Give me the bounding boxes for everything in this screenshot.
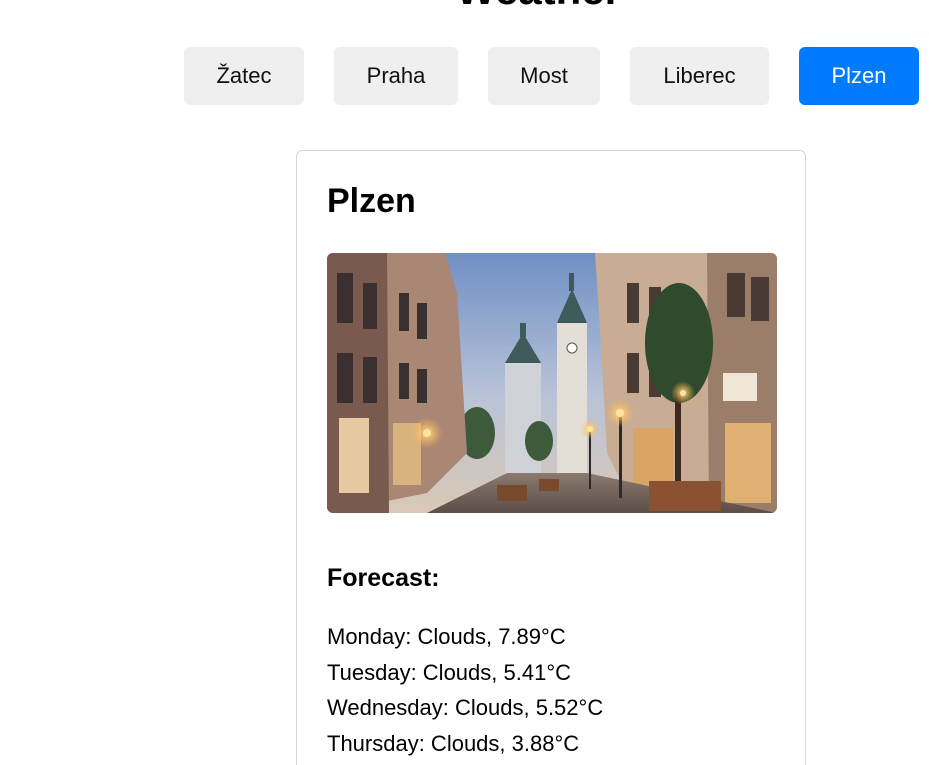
forecast-item: Thursday: Clouds, 3.88°C (327, 731, 580, 757)
city-button-liberec[interactable]: Liberec (630, 47, 769, 105)
forecast-heading: Forecast: (327, 564, 440, 592)
forecast-item: Monday: Clouds, 7.89°C (327, 624, 566, 649)
forecast-item: Tuesday: Clouds, 5.41°C (327, 659, 571, 685)
weather-card: Plzen Forecast: Monday: Clouds, 7.89°C T… (296, 150, 806, 765)
city-button-most[interactable]: Most (488, 47, 600, 105)
city-photo (327, 253, 777, 513)
forecast-list: Monday: Clouds, 7.89°C Tuesday: Clouds, … (327, 619, 603, 762)
page-title: Weather (456, 0, 621, 14)
city-name: Plzen (327, 182, 416, 220)
weather-page: Weather Žatec Praha Most Liberec Plzen P… (0, 0, 933, 765)
forecast-item: Wednesday: Clouds, 5.52°C (327, 695, 604, 721)
city-tab-bar: Žatec Praha Most Liberec Plzen (0, 47, 933, 105)
city-button-plzen[interactable]: Plzen (799, 47, 919, 105)
city-button-zatec[interactable]: Žatec (184, 47, 304, 105)
city-button-praha[interactable]: Praha (334, 47, 458, 105)
